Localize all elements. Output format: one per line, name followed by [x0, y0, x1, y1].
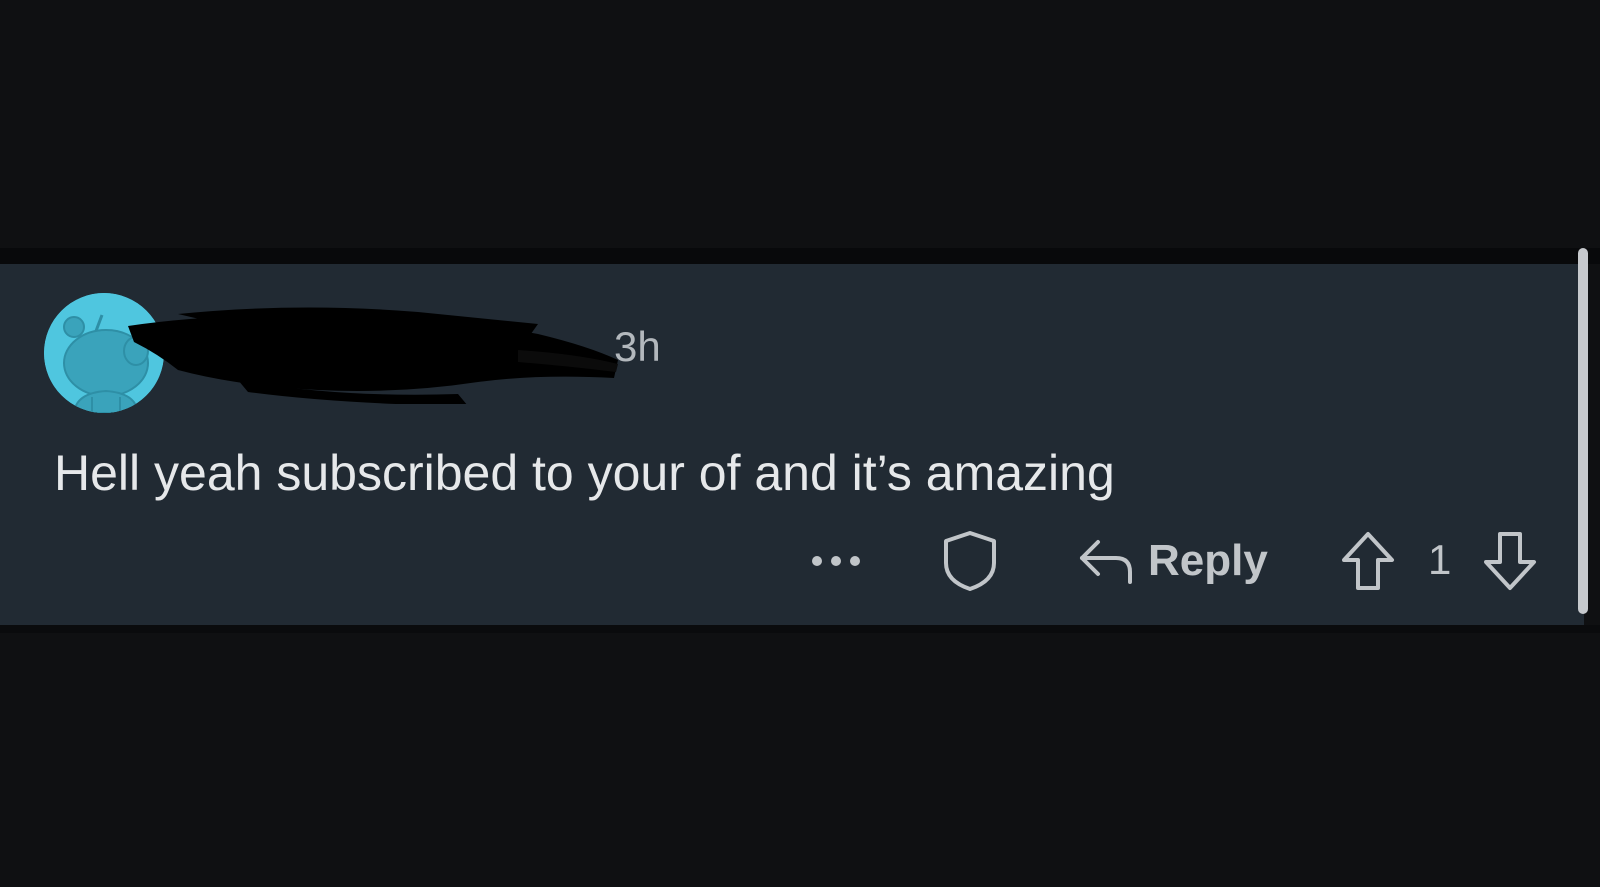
downvote-arrow-icon[interactable]	[1482, 530, 1538, 592]
shield-icon[interactable]	[940, 529, 1000, 593]
more-options-icon[interactable]	[812, 556, 860, 566]
scrollbar-thumb[interactable]	[1578, 248, 1588, 614]
vote-count: 1	[1428, 536, 1452, 583]
upvote-arrow-icon[interactable]	[1340, 530, 1396, 592]
comment-card: 3h Hell yeah subscribed to your of and i…	[0, 264, 1584, 625]
top-divider	[0, 248, 1600, 264]
reply-arrow-icon	[1080, 540, 1132, 584]
reply-label: Reply	[1148, 536, 1268, 585]
comment-timestamp: 3h	[614, 323, 661, 370]
reply-button[interactable]: Reply	[1076, 531, 1268, 591]
bottom-divider	[0, 625, 1600, 633]
screen: 3h Hell yeah subscribed to your of and i…	[0, 0, 1600, 887]
comment-body: Hell yeah subscribed to your of and it’s…	[54, 445, 1115, 501]
redacted-username	[128, 307, 618, 404]
